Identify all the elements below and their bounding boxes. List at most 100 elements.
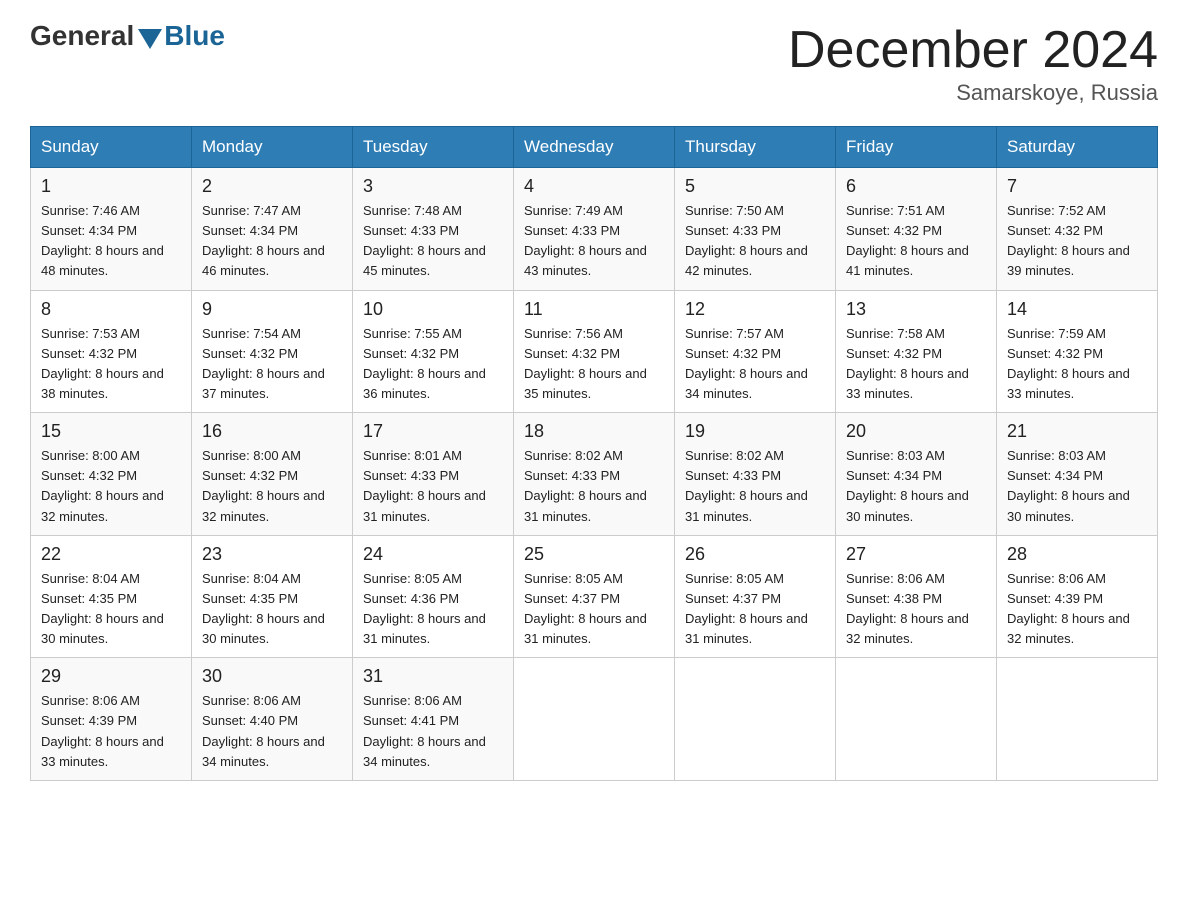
day-info: Sunrise: 8:05 AMSunset: 4:36 PMDaylight:… bbox=[363, 569, 503, 650]
calendar-day-cell: 13 Sunrise: 7:58 AMSunset: 4:32 PMDaylig… bbox=[836, 290, 997, 413]
day-number: 17 bbox=[363, 421, 503, 442]
calendar-day-cell: 19 Sunrise: 8:02 AMSunset: 4:33 PMDaylig… bbox=[675, 413, 836, 536]
calendar-day-cell: 2 Sunrise: 7:47 AMSunset: 4:34 PMDayligh… bbox=[192, 168, 353, 291]
logo-general-text: General bbox=[30, 20, 134, 52]
day-info: Sunrise: 8:06 AMSunset: 4:39 PMDaylight:… bbox=[1007, 569, 1147, 650]
header-wednesday: Wednesday bbox=[514, 127, 675, 168]
calendar-day-cell: 10 Sunrise: 7:55 AMSunset: 4:32 PMDaylig… bbox=[353, 290, 514, 413]
title-area: December 2024 Samarskoye, Russia bbox=[788, 20, 1158, 106]
day-number: 25 bbox=[524, 544, 664, 565]
calendar-day-cell: 7 Sunrise: 7:52 AMSunset: 4:32 PMDayligh… bbox=[997, 168, 1158, 291]
header-thursday: Thursday bbox=[675, 127, 836, 168]
day-number: 20 bbox=[846, 421, 986, 442]
day-info: Sunrise: 8:01 AMSunset: 4:33 PMDaylight:… bbox=[363, 446, 503, 527]
page-header: General Blue December 2024 Samarskoye, R… bbox=[30, 20, 1158, 106]
location-subtitle: Samarskoye, Russia bbox=[788, 80, 1158, 106]
day-number: 5 bbox=[685, 176, 825, 197]
day-info: Sunrise: 8:03 AMSunset: 4:34 PMDaylight:… bbox=[1007, 446, 1147, 527]
day-info: Sunrise: 7:52 AMSunset: 4:32 PMDaylight:… bbox=[1007, 201, 1147, 282]
calendar-day-cell: 16 Sunrise: 8:00 AMSunset: 4:32 PMDaylig… bbox=[192, 413, 353, 536]
calendar-day-cell: 6 Sunrise: 7:51 AMSunset: 4:32 PMDayligh… bbox=[836, 168, 997, 291]
calendar-week-row: 8 Sunrise: 7:53 AMSunset: 4:32 PMDayligh… bbox=[31, 290, 1158, 413]
calendar-day-cell: 20 Sunrise: 8:03 AMSunset: 4:34 PMDaylig… bbox=[836, 413, 997, 536]
day-number: 2 bbox=[202, 176, 342, 197]
day-number: 8 bbox=[41, 299, 181, 320]
header-friday: Friday bbox=[836, 127, 997, 168]
day-info: Sunrise: 7:49 AMSunset: 4:33 PMDaylight:… bbox=[524, 201, 664, 282]
header-tuesday: Tuesday bbox=[353, 127, 514, 168]
day-number: 3 bbox=[363, 176, 503, 197]
calendar-week-row: 22 Sunrise: 8:04 AMSunset: 4:35 PMDaylig… bbox=[31, 535, 1158, 658]
day-number: 6 bbox=[846, 176, 986, 197]
day-number: 4 bbox=[524, 176, 664, 197]
day-number: 11 bbox=[524, 299, 664, 320]
day-info: Sunrise: 7:51 AMSunset: 4:32 PMDaylight:… bbox=[846, 201, 986, 282]
day-number: 30 bbox=[202, 666, 342, 687]
day-number: 13 bbox=[846, 299, 986, 320]
day-number: 31 bbox=[363, 666, 503, 687]
calendar-table: SundayMondayTuesdayWednesdayThursdayFrid… bbox=[30, 126, 1158, 781]
day-info: Sunrise: 7:55 AMSunset: 4:32 PMDaylight:… bbox=[363, 324, 503, 405]
calendar-day-cell: 24 Sunrise: 8:05 AMSunset: 4:36 PMDaylig… bbox=[353, 535, 514, 658]
calendar-day-cell: 8 Sunrise: 7:53 AMSunset: 4:32 PMDayligh… bbox=[31, 290, 192, 413]
day-number: 1 bbox=[41, 176, 181, 197]
calendar-week-row: 1 Sunrise: 7:46 AMSunset: 4:34 PMDayligh… bbox=[31, 168, 1158, 291]
day-info: Sunrise: 7:54 AMSunset: 4:32 PMDaylight:… bbox=[202, 324, 342, 405]
calendar-day-cell: 30 Sunrise: 8:06 AMSunset: 4:40 PMDaylig… bbox=[192, 658, 353, 781]
day-number: 16 bbox=[202, 421, 342, 442]
day-info: Sunrise: 7:57 AMSunset: 4:32 PMDaylight:… bbox=[685, 324, 825, 405]
day-number: 18 bbox=[524, 421, 664, 442]
day-number: 14 bbox=[1007, 299, 1147, 320]
day-info: Sunrise: 7:50 AMSunset: 4:33 PMDaylight:… bbox=[685, 201, 825, 282]
day-info: Sunrise: 8:04 AMSunset: 4:35 PMDaylight:… bbox=[202, 569, 342, 650]
calendar-day-cell bbox=[997, 658, 1158, 781]
calendar-day-cell: 27 Sunrise: 8:06 AMSunset: 4:38 PMDaylig… bbox=[836, 535, 997, 658]
day-info: Sunrise: 7:53 AMSunset: 4:32 PMDaylight:… bbox=[41, 324, 181, 405]
day-number: 9 bbox=[202, 299, 342, 320]
calendar-day-cell: 18 Sunrise: 8:02 AMSunset: 4:33 PMDaylig… bbox=[514, 413, 675, 536]
day-info: Sunrise: 8:05 AMSunset: 4:37 PMDaylight:… bbox=[524, 569, 664, 650]
calendar-day-cell: 14 Sunrise: 7:59 AMSunset: 4:32 PMDaylig… bbox=[997, 290, 1158, 413]
day-info: Sunrise: 8:02 AMSunset: 4:33 PMDaylight:… bbox=[524, 446, 664, 527]
day-info: Sunrise: 8:06 AMSunset: 4:41 PMDaylight:… bbox=[363, 691, 503, 772]
day-info: Sunrise: 8:06 AMSunset: 4:39 PMDaylight:… bbox=[41, 691, 181, 772]
day-info: Sunrise: 7:59 AMSunset: 4:32 PMDaylight:… bbox=[1007, 324, 1147, 405]
day-info: Sunrise: 7:47 AMSunset: 4:34 PMDaylight:… bbox=[202, 201, 342, 282]
day-info: Sunrise: 8:00 AMSunset: 4:32 PMDaylight:… bbox=[41, 446, 181, 527]
day-info: Sunrise: 8:02 AMSunset: 4:33 PMDaylight:… bbox=[685, 446, 825, 527]
calendar-day-cell: 21 Sunrise: 8:03 AMSunset: 4:34 PMDaylig… bbox=[997, 413, 1158, 536]
day-info: Sunrise: 8:06 AMSunset: 4:40 PMDaylight:… bbox=[202, 691, 342, 772]
header-saturday: Saturday bbox=[997, 127, 1158, 168]
calendar-day-cell bbox=[514, 658, 675, 781]
day-info: Sunrise: 8:00 AMSunset: 4:32 PMDaylight:… bbox=[202, 446, 342, 527]
day-number: 7 bbox=[1007, 176, 1147, 197]
calendar-header-row: SundayMondayTuesdayWednesdayThursdayFrid… bbox=[31, 127, 1158, 168]
calendar-day-cell: 22 Sunrise: 8:04 AMSunset: 4:35 PMDaylig… bbox=[31, 535, 192, 658]
calendar-week-row: 15 Sunrise: 8:00 AMSunset: 4:32 PMDaylig… bbox=[31, 413, 1158, 536]
calendar-day-cell: 26 Sunrise: 8:05 AMSunset: 4:37 PMDaylig… bbox=[675, 535, 836, 658]
calendar-day-cell: 12 Sunrise: 7:57 AMSunset: 4:32 PMDaylig… bbox=[675, 290, 836, 413]
calendar-day-cell: 23 Sunrise: 8:04 AMSunset: 4:35 PMDaylig… bbox=[192, 535, 353, 658]
calendar-day-cell bbox=[675, 658, 836, 781]
day-info: Sunrise: 7:48 AMSunset: 4:33 PMDaylight:… bbox=[363, 201, 503, 282]
day-number: 15 bbox=[41, 421, 181, 442]
logo: General Blue bbox=[30, 20, 225, 52]
day-info: Sunrise: 8:04 AMSunset: 4:35 PMDaylight:… bbox=[41, 569, 181, 650]
calendar-day-cell: 15 Sunrise: 8:00 AMSunset: 4:32 PMDaylig… bbox=[31, 413, 192, 536]
day-number: 19 bbox=[685, 421, 825, 442]
day-number: 12 bbox=[685, 299, 825, 320]
logo-triangle-icon bbox=[138, 29, 162, 49]
day-info: Sunrise: 8:06 AMSunset: 4:38 PMDaylight:… bbox=[846, 569, 986, 650]
month-title: December 2024 bbox=[788, 20, 1158, 80]
calendar-day-cell: 4 Sunrise: 7:49 AMSunset: 4:33 PMDayligh… bbox=[514, 168, 675, 291]
day-info: Sunrise: 7:56 AMSunset: 4:32 PMDaylight:… bbox=[524, 324, 664, 405]
calendar-day-cell: 3 Sunrise: 7:48 AMSunset: 4:33 PMDayligh… bbox=[353, 168, 514, 291]
calendar-day-cell: 17 Sunrise: 8:01 AMSunset: 4:33 PMDaylig… bbox=[353, 413, 514, 536]
day-info: Sunrise: 7:46 AMSunset: 4:34 PMDaylight:… bbox=[41, 201, 181, 282]
logo-blue-text: Blue bbox=[164, 20, 225, 52]
day-number: 10 bbox=[363, 299, 503, 320]
calendar-day-cell: 25 Sunrise: 8:05 AMSunset: 4:37 PMDaylig… bbox=[514, 535, 675, 658]
calendar-day-cell: 1 Sunrise: 7:46 AMSunset: 4:34 PMDayligh… bbox=[31, 168, 192, 291]
header-sunday: Sunday bbox=[31, 127, 192, 168]
header-monday: Monday bbox=[192, 127, 353, 168]
